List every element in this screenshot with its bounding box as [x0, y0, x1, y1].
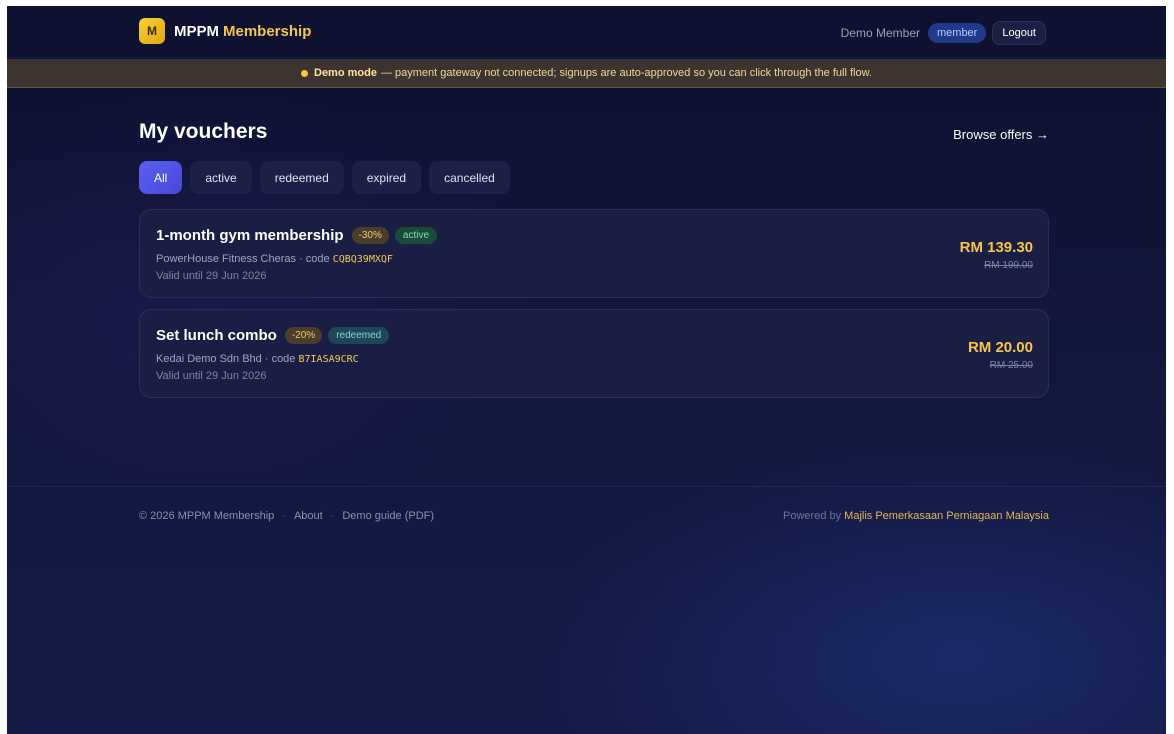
footer-separator: · [282, 510, 286, 522]
voucher-validity: Valid until 29 Jun 2026 [156, 270, 267, 282]
user-area: Demo Member member Logout [841, 21, 1046, 45]
voucher-validity: Valid until 29 Jun 2026 [156, 370, 267, 382]
voucher-merchant: Kedai Demo Sdn Bhd · code B7IASA9CRC [156, 353, 359, 365]
voucher-price: RM 139.30 [959, 239, 1033, 256]
demo-mode-banner: Demo mode — payment gateway not connecte… [7, 59, 1166, 88]
filter-tab-cancelled[interactable]: cancelled [429, 161, 510, 194]
banner-text: — payment gateway not connected; signups… [380, 67, 872, 79]
top-navbar: M MPPM Membership Demo Member member Log… [7, 6, 1166, 58]
browse-offers-link[interactable]: Browse offers → [953, 127, 1049, 142]
voucher-code: CQBQ39MXQF [332, 254, 393, 265]
page-title: My vouchers [139, 120, 268, 143]
banner-title: Demo mode [314, 67, 377, 79]
status-badge: active [394, 227, 438, 244]
warning-dot-icon [301, 69, 308, 77]
voucher-price: RM 20.00 [967, 339, 1033, 356]
merchant-text: PowerHouse Fitness Cheras · code [156, 253, 330, 265]
filter-tab-all[interactable]: All [139, 161, 183, 194]
app-frame: M MPPM Membership Demo Member member Log… [7, 6, 1166, 734]
filter-tab-expired[interactable]: expired [351, 161, 422, 194]
voucher-card[interactable]: 1-month gym membership -30% active Power… [139, 209, 1049, 298]
brand-logo-icon: M [139, 18, 165, 44]
discount-badge: -30% [351, 227, 389, 244]
powered-by-text: Powered by [783, 510, 842, 522]
status-badge: redeemed [328, 327, 390, 344]
voucher-merchant: PowerHouse Fitness Cheras · code CQBQ39M… [156, 253, 393, 265]
brand-accent: Membership [223, 22, 312, 40]
footer-org-link[interactable]: Majlis Pemerkasaan Perniagaan Malaysia [844, 510, 1049, 522]
voucher-title-row: Set lunch combo -20% redeemed [156, 327, 390, 344]
footer-copyright: © 2026 MPPM Membership [139, 510, 275, 522]
brand-name: MPPM [174, 22, 219, 40]
merchant-text: Kedai Demo Sdn Bhd · code [156, 353, 296, 365]
voucher-title: 1-month gym membership [156, 227, 344, 244]
footer-separator: · [330, 510, 335, 522]
voucher-original-price: RM 25.00 [989, 360, 1033, 371]
discount-badge: -20% [284, 327, 323, 344]
brand-home-link[interactable]: M MPPM Membership [139, 18, 311, 44]
footer-about-link[interactable]: About [294, 510, 323, 522]
voucher-title: Set lunch combo [156, 327, 277, 344]
voucher-original-price: RM 199.00 [984, 260, 1033, 271]
filter-tab-active[interactable]: active [190, 161, 252, 194]
role-badge: member [928, 23, 987, 43]
footer-demo-guide-link[interactable]: Demo guide (PDF) [342, 510, 434, 522]
user-name: Demo Member [840, 26, 920, 40]
voucher-card[interactable]: Set lunch combo -20% redeemed Kedai Demo… [139, 309, 1049, 398]
footer-links: © 2026 MPPM Membership · About · Demo gu… [139, 510, 434, 522]
filter-tab-redeemed[interactable]: redeemed [259, 161, 344, 194]
footer-powered-by: Powered by Majlis Pemerkasaan Perniagaan… [783, 510, 1049, 522]
voucher-title-row: 1-month gym membership -30% active [156, 227, 438, 244]
voucher-code: B7IASA9CRC [298, 354, 359, 365]
logout-button[interactable]: Logout [992, 21, 1046, 45]
footer-divider [7, 486, 1166, 487]
status-filter-tabs: All active redeemed expired cancelled [139, 161, 518, 194]
